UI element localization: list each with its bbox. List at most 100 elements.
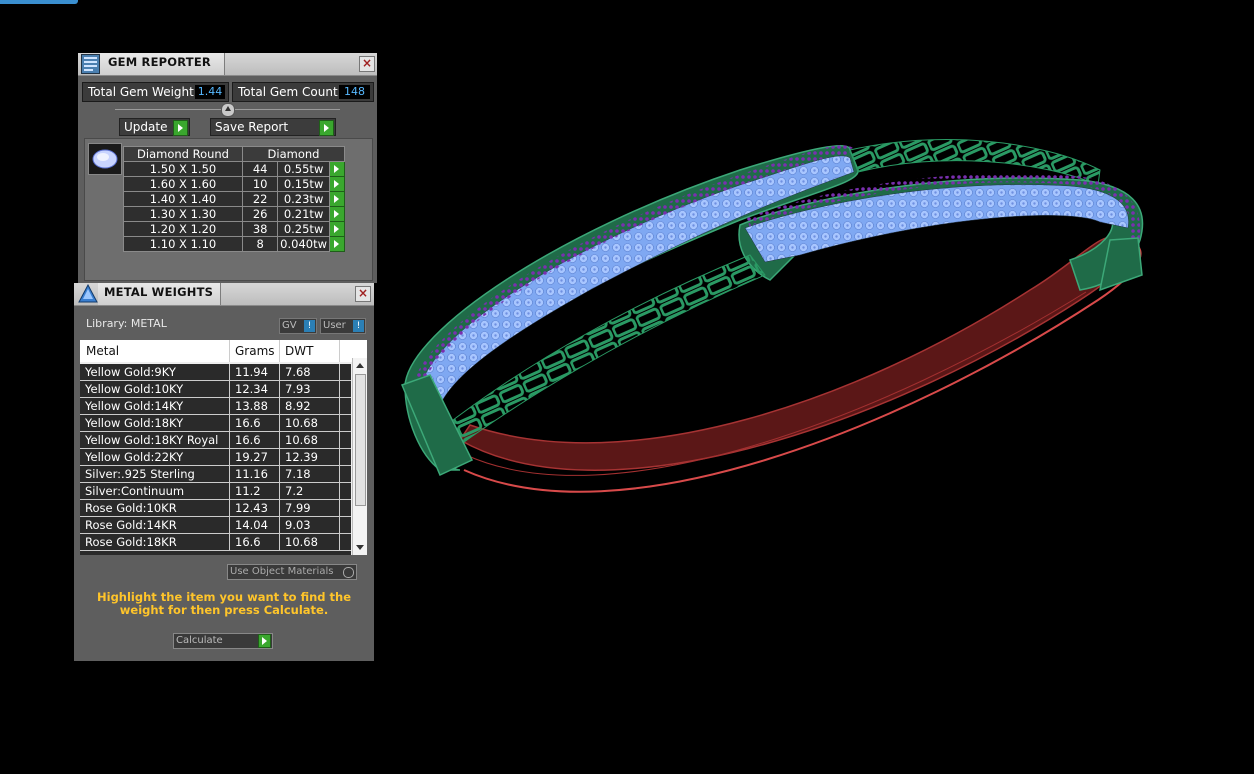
metal-name: Yellow Gold:18KY Royal xyxy=(85,433,219,447)
gem-table-header-shape: Diamond Round xyxy=(123,146,243,162)
metal-dwt: 10.68 xyxy=(285,535,318,549)
metal-grams: 19.27 xyxy=(235,450,268,464)
gem-count: 22 xyxy=(241,191,279,207)
gem-weight: 0.25tw xyxy=(277,221,330,237)
metal-name: Yellow Gold:9KY xyxy=(85,365,176,379)
metal-row[interactable]: Yellow Gold:18KY 16.6 10.68 xyxy=(80,415,351,432)
scroll-down-icon[interactable] xyxy=(356,545,364,550)
metal-row[interactable]: Yellow Gold:22KY 19.27 12.39 xyxy=(80,449,351,466)
update-button[interactable]: Update xyxy=(119,118,190,136)
gem-size: 1.30 X 1.30 xyxy=(123,206,243,222)
gem-row[interactable]: 1.50 X 1.50 44 0.55tw xyxy=(123,161,346,177)
use-object-materials-toggle[interactable]: Use Object Materials xyxy=(227,564,357,580)
pave-strip-left xyxy=(419,155,855,411)
metal-row[interactable]: Yellow Gold:14KY 13.88 8.92 xyxy=(80,398,351,415)
metal-name: Rose Gold:14KR xyxy=(85,518,177,532)
select-gem-arrow-icon[interactable] xyxy=(328,206,346,222)
scroll-thumb[interactable] xyxy=(355,374,366,506)
gem-row[interactable]: 1.10 X 1.10 8 0.040tw xyxy=(123,236,346,252)
gem-row[interactable]: 1.30 X 1.30 26 0.21tw xyxy=(123,206,346,222)
total-gem-weight: Total Gem Weight 1.44 xyxy=(82,82,229,102)
total-gem-weight-value: 1.44 xyxy=(195,85,225,99)
library-label: Library: METAL xyxy=(86,317,167,330)
3d-viewport[interactable] xyxy=(380,0,1254,771)
gem-reporter-title: GEM REPORTER xyxy=(108,55,211,69)
metal-row[interactable]: Silver:.925 Sterling 11.16 7.18 xyxy=(80,466,351,483)
metal-grams: 16.6 xyxy=(235,416,261,430)
save-report-button-label: Save Report xyxy=(215,120,289,134)
gem-size: 1.20 X 1.20 xyxy=(123,221,243,237)
gem-row[interactable]: 1.60 X 1.60 10 0.15tw xyxy=(123,176,346,192)
gem-table: Diamond Round Diamond 1.50 X 1.50 44 0.5… xyxy=(123,146,346,252)
metal-table: Metal Grams DWT Yellow Gold:9KY 11.94 7.68… xyxy=(80,340,367,555)
gem-size: 1.50 X 1.50 xyxy=(123,161,243,177)
metal-row[interactable]: Silver:Continuum 11.2 7.2 xyxy=(80,483,351,500)
metal-row[interactable]: Yellow Gold:9KY 11.94 7.68 xyxy=(80,364,351,381)
metal-name: Yellow Gold:18KY xyxy=(85,416,184,430)
select-gem-arrow-icon[interactable] xyxy=(328,191,346,207)
gem-reporter-panel: GEM REPORTER × Total Gem Weight 1.44 Tot… xyxy=(78,53,377,283)
metal-dwt: 7.99 xyxy=(285,501,311,515)
metal-grams: 11.16 xyxy=(235,467,268,481)
column-grams[interactable]: Grams xyxy=(235,344,275,358)
gem-weight: 0.21tw xyxy=(277,206,330,222)
gem-size: 1.10 X 1.10 xyxy=(123,236,243,252)
play-arrow-icon xyxy=(258,634,271,648)
metal-weights-close-button[interactable]: × xyxy=(355,286,371,302)
gem-weight: 0.040tw xyxy=(277,236,330,252)
column-dwt[interactable]: DWT xyxy=(285,344,313,358)
metal-dwt: 7.93 xyxy=(285,382,311,396)
gem-list-area: Diamond Round Diamond 1.50 X 1.50 44 0.5… xyxy=(84,138,373,281)
update-button-label: Update xyxy=(124,120,168,134)
metal-weights-titlebar[interactable]: METAL WEIGHTS × xyxy=(74,283,374,306)
metal-table-scrollbar[interactable] xyxy=(352,358,367,555)
total-gem-weight-label: Total Gem Weight xyxy=(88,85,194,99)
metal-dwt: 7.68 xyxy=(285,365,311,379)
use-object-materials-label: Use Object Materials xyxy=(230,566,334,577)
scroll-up-icon[interactable] xyxy=(356,363,364,368)
gem-count: 10 xyxy=(241,176,279,192)
metal-dwt: 10.68 xyxy=(285,433,318,447)
gv-label: GV xyxy=(282,320,297,331)
gem-size: 1.60 X 1.60 xyxy=(123,176,243,192)
column-metal[interactable]: Metal xyxy=(86,344,119,358)
save-report-button[interactable]: Save Report xyxy=(210,118,336,136)
gem-row[interactable]: 1.40 X 1.40 22 0.23tw xyxy=(123,191,346,207)
play-arrow-icon xyxy=(173,120,188,136)
metal-dwt: 8.92 xyxy=(285,399,311,413)
total-gem-count-label: Total Gem Count xyxy=(238,85,338,99)
gem-reporter-titlebar[interactable]: GEM REPORTER × xyxy=(78,53,377,76)
total-gem-count-value: 148 xyxy=(339,85,370,99)
gem-reporter-close-button[interactable]: × xyxy=(359,56,375,72)
metal-dwt: 7.2 xyxy=(285,484,304,498)
gem-reporter-icon xyxy=(81,54,100,74)
metal-grams: 11.94 xyxy=(235,365,268,379)
metal-grams: 12.34 xyxy=(235,382,268,396)
top-window-tab[interactable] xyxy=(0,0,78,4)
metal-row[interactable]: Yellow Gold:18KY Royal 16.6 10.68 xyxy=(80,432,351,449)
select-gem-arrow-icon[interactable] xyxy=(328,221,346,237)
user-toggle[interactable]: User ! xyxy=(320,318,366,334)
metal-row[interactable]: Yellow Gold:10KY 12.34 7.93 xyxy=(80,381,351,398)
calculate-button[interactable]: Calculate xyxy=(173,633,273,649)
metal-row[interactable]: Rose Gold:14KR 14.04 9.03 xyxy=(80,517,351,534)
metal-row-partial[interactable] xyxy=(80,551,351,555)
metal-weights-icon xyxy=(77,283,98,304)
metal-grams: 16.6 xyxy=(235,535,261,549)
gem-row[interactable]: 1.20 X 1.20 38 0.25tw xyxy=(123,221,346,237)
size-slider-knob[interactable] xyxy=(221,103,235,117)
select-gem-arrow-icon[interactable] xyxy=(328,161,346,177)
select-gem-arrow-icon[interactable] xyxy=(328,176,346,192)
gem-weight: 0.55tw xyxy=(277,161,330,177)
gem-weight: 0.23tw xyxy=(277,191,330,207)
metal-name: Rose Gold:10KR xyxy=(85,501,177,515)
metal-grams: 13.88 xyxy=(235,399,268,413)
metal-row[interactable]: Rose Gold:18KR 16.6 10.68 xyxy=(80,534,351,551)
round-diamond-icon xyxy=(88,143,122,175)
gv-toggle[interactable]: GV ! xyxy=(279,318,317,334)
gem-count: 44 xyxy=(241,161,279,177)
metal-weights-panel: METAL WEIGHTS × Library: METAL GV ! User… xyxy=(74,283,374,661)
calculate-hint-text: Highlight the item you want to find the … xyxy=(97,590,351,617)
metal-row[interactable]: Rose Gold:10KR 12.43 7.99 xyxy=(80,500,351,517)
select-gem-arrow-icon[interactable] xyxy=(328,236,346,252)
